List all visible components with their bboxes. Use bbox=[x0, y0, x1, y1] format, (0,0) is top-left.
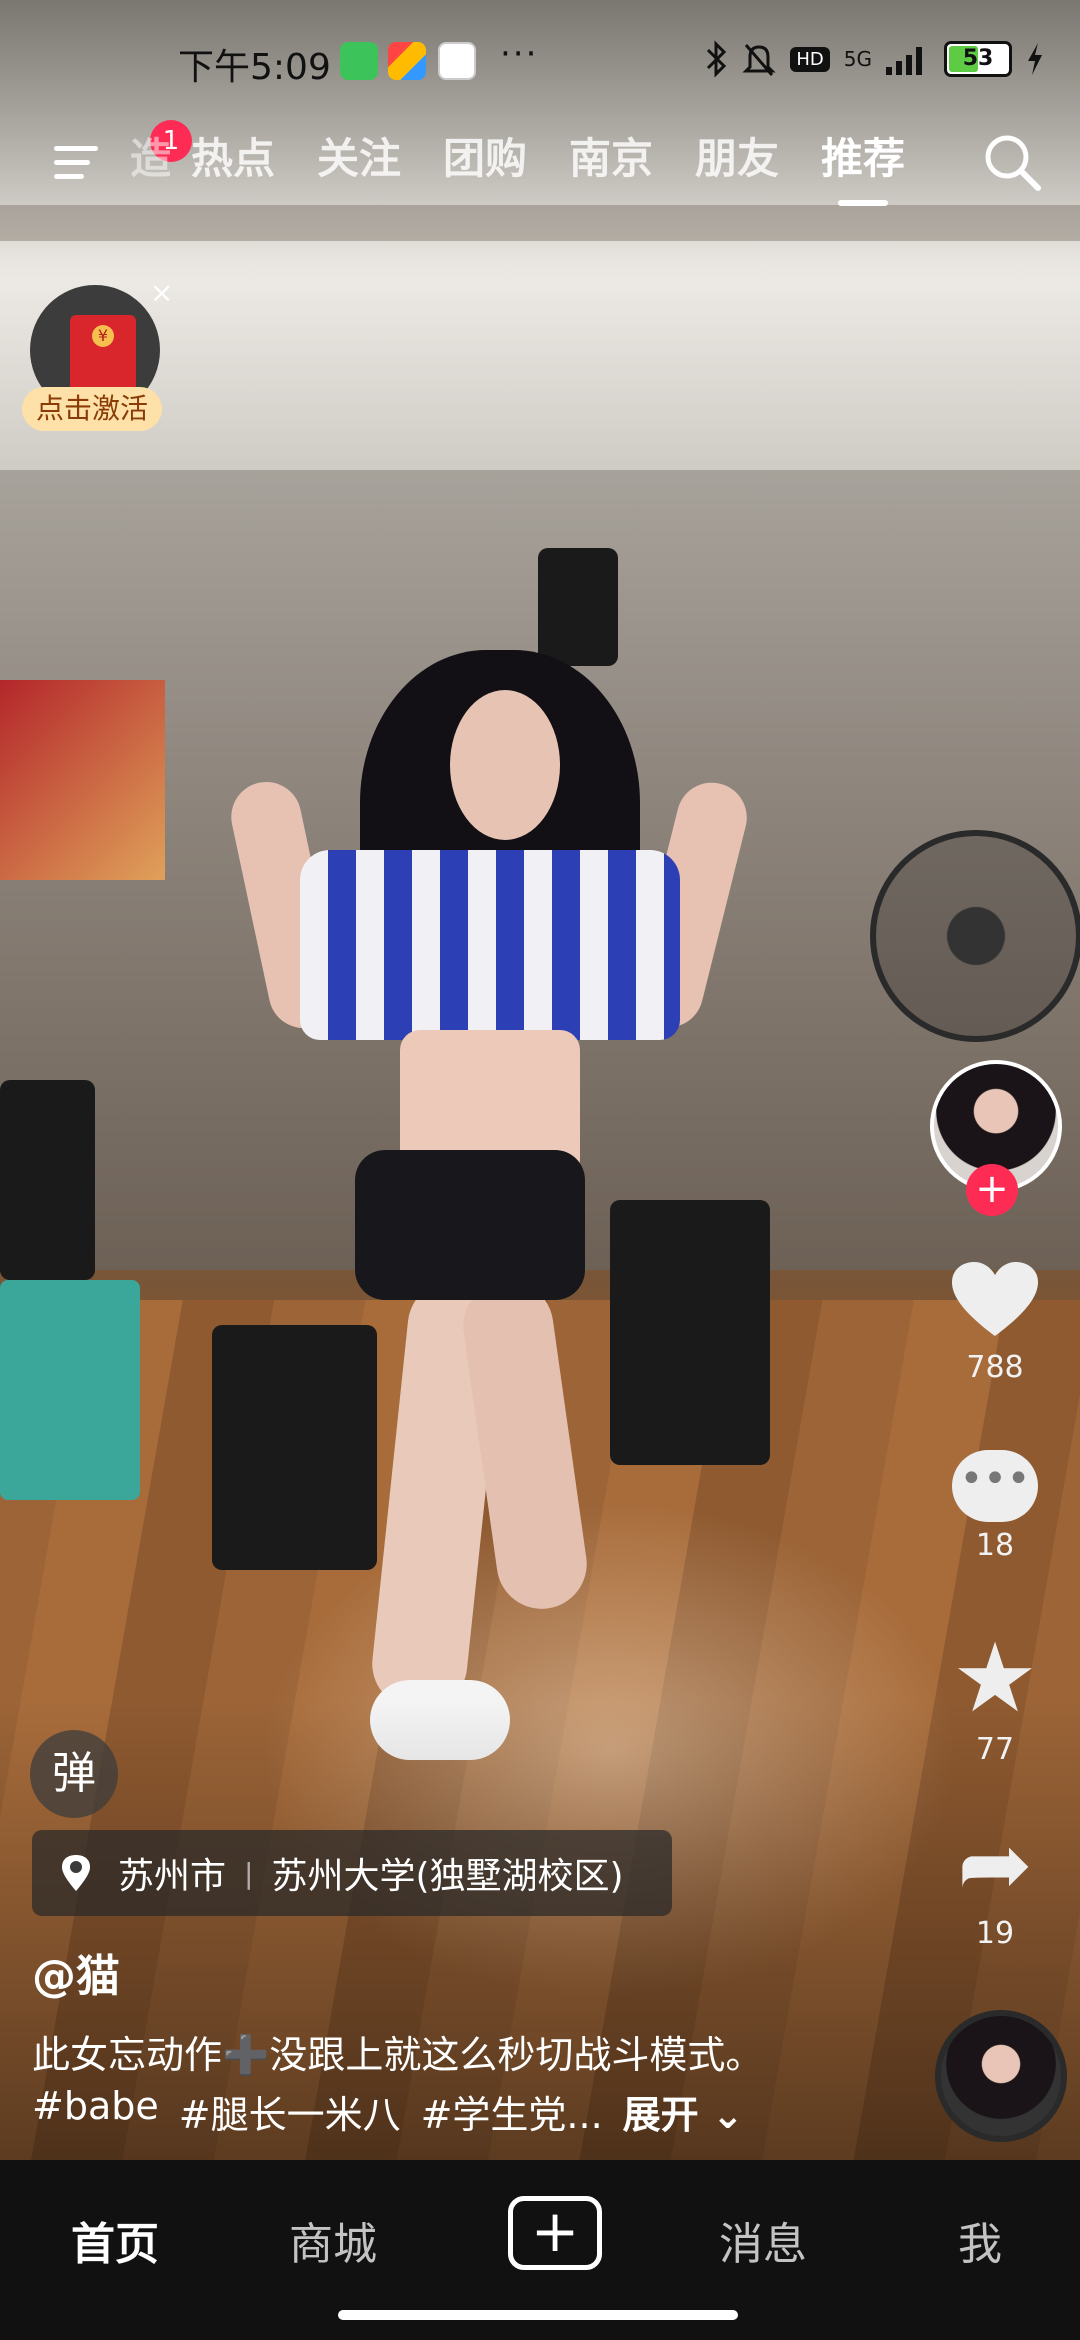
share-count: 19 bbox=[975, 1916, 1015, 1951]
signal-icon bbox=[886, 47, 922, 75]
speaker-top bbox=[538, 548, 618, 666]
home-indicator[interactable] bbox=[338, 2310, 738, 2320]
search-icon bbox=[985, 135, 1041, 191]
mute-icon bbox=[742, 44, 776, 76]
tab-friends[interactable]: 朋友 bbox=[674, 126, 800, 206]
tab-hot[interactable]: 热点 bbox=[170, 126, 296, 206]
bottom-nav: 首页 商城 + 消息 我 bbox=[0, 2160, 1080, 2340]
favorite-button[interactable]: ★ 77 bbox=[920, 1630, 1070, 1767]
location-tag[interactable]: 苏州市 | 苏州大学(独墅湖校区) bbox=[32, 1830, 672, 1916]
follow-button[interactable]: + bbox=[966, 1164, 1018, 1216]
expand-button[interactable]: 展开 ⌄ bbox=[623, 2084, 744, 2139]
close-icon[interactable]: × bbox=[150, 276, 173, 309]
add-button[interactable]: + bbox=[508, 2196, 602, 2270]
app-notification-icon bbox=[340, 42, 378, 80]
dancer-shorts bbox=[355, 1150, 585, 1300]
status-time: 下午5:09 bbox=[178, 47, 331, 88]
battery-level: 53 bbox=[962, 46, 994, 71]
red-packet-widget[interactable]: 点击激活 bbox=[22, 285, 172, 450]
location-separator: | bbox=[244, 1856, 254, 1890]
status-right: HD 5G 53 bbox=[704, 40, 1044, 78]
like-count: 788 bbox=[966, 1350, 1024, 1385]
share-icon: ➦ bbox=[957, 1812, 1033, 1917]
location-place: 苏州大学(独墅湖校区) bbox=[271, 1856, 624, 1897]
nav-messages[interactable]: 消息 bbox=[663, 2208, 863, 2272]
charging-icon bbox=[1028, 43, 1042, 75]
feed-tabs: 造 热点 关注 团购 南京 朋友 推荐 bbox=[130, 126, 926, 206]
comment-button[interactable]: ••• 18 bbox=[920, 1450, 1070, 1563]
dancer-shirt bbox=[300, 850, 680, 1040]
hd-icon: HD bbox=[790, 46, 830, 72]
location-city: 苏州市 bbox=[118, 1856, 227, 1897]
tab-group-buy[interactable]: 团购 bbox=[422, 126, 548, 206]
bluetooth-icon bbox=[707, 40, 727, 78]
hashtags: #babe #腿长一米八 #学生党... 展开 ⌄ bbox=[32, 2084, 744, 2139]
electric-fan bbox=[870, 830, 1080, 1042]
top-nav: 1 造 热点 关注 团购 南京 朋友 推荐 bbox=[0, 120, 1080, 210]
more-notifications: ··· bbox=[500, 34, 539, 74]
speaker-left bbox=[0, 1080, 95, 1280]
hashtag[interactable]: #babe bbox=[32, 2084, 159, 2139]
tab-nanjing[interactable]: 南京 bbox=[548, 126, 674, 206]
author-name[interactable]: @猫 bbox=[32, 1940, 120, 2004]
network-label: 5G bbox=[843, 47, 872, 71]
menu-button[interactable]: 1 bbox=[50, 120, 192, 192]
music-disc[interactable] bbox=[935, 2010, 1067, 2142]
battery-icon: 53 bbox=[944, 41, 1012, 77]
hashtag[interactable]: #腿长一米八 bbox=[179, 2084, 401, 2139]
video-description: 此女忘动作➕没跟上就这么秒切战斗模式。 bbox=[32, 2033, 764, 2077]
speaker-floor bbox=[610, 1200, 770, 1465]
hashtag[interactable]: #学生党... bbox=[421, 2084, 603, 2139]
danmu-toggle[interactable]: 弹 bbox=[30, 1730, 118, 1818]
nav-home[interactable]: 首页 bbox=[15, 2208, 215, 2272]
comment-count: 18 bbox=[975, 1528, 1015, 1563]
location-pin-icon bbox=[62, 1855, 90, 1891]
tab-following[interactable]: 关注 bbox=[296, 126, 422, 206]
favorite-count: 77 bbox=[975, 1732, 1015, 1767]
stool bbox=[0, 1280, 140, 1500]
wall-poster bbox=[0, 680, 165, 880]
status-bar: 下午5:09 ··· HD 5G 53 bbox=[0, 28, 1080, 98]
app-notification-icon bbox=[438, 42, 476, 80]
app-notification-icon bbox=[388, 42, 426, 80]
star-icon: ★ bbox=[951, 1622, 1039, 1734]
speaker-trolley bbox=[212, 1325, 377, 1570]
red-envelope-icon bbox=[70, 315, 136, 395]
heart-icon bbox=[952, 1262, 1038, 1336]
share-button[interactable]: ➦ 19 bbox=[920, 1812, 1070, 1952]
dancer-face bbox=[450, 690, 560, 840]
nav-me[interactable]: 我 bbox=[880, 2208, 1080, 2272]
chevron-down-icon: ⌄ bbox=[698, 2093, 744, 2137]
nav-mall[interactable]: 商城 bbox=[233, 2208, 433, 2272]
search-button[interactable] bbox=[980, 130, 1044, 194]
activate-label[interactable]: 点击激活 bbox=[22, 387, 162, 431]
expand-label: 展开 bbox=[622, 2093, 699, 2137]
tab-recommended[interactable]: 推荐 bbox=[800, 126, 926, 206]
like-button[interactable]: 788 bbox=[920, 1260, 1070, 1385]
comment-icon: ••• bbox=[952, 1450, 1038, 1522]
tab-partial[interactable]: 造 bbox=[130, 126, 170, 206]
